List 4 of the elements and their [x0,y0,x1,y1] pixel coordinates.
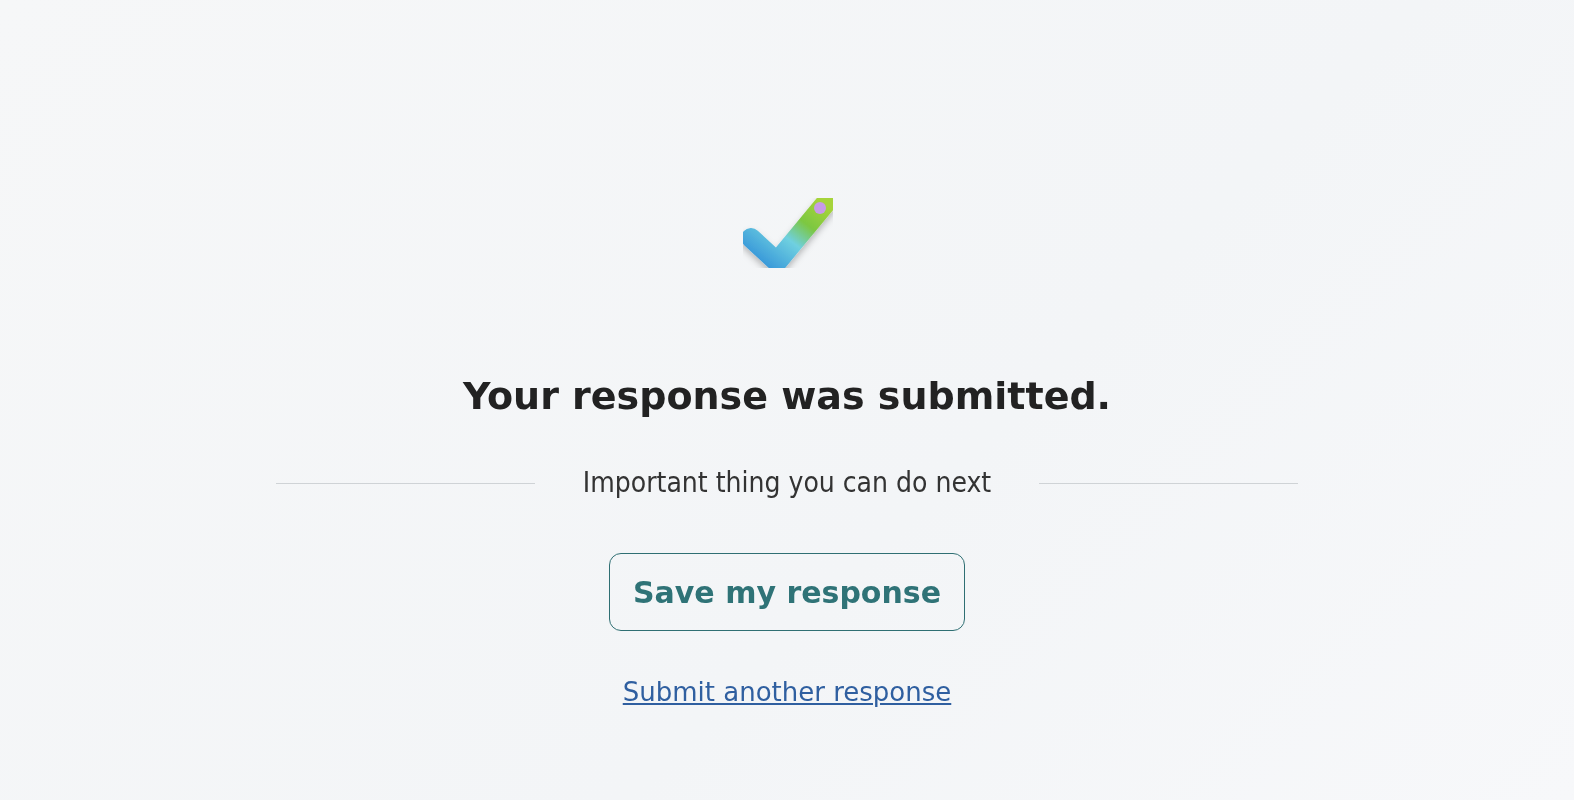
next-steps-heading: Important thing you can do next [582,465,992,501]
confirmation-heading: Your response was submitted. [462,373,1112,419]
save-response-button[interactable]: Save my response [609,553,965,631]
submit-another-link[interactable]: Submit another response [622,677,952,707]
